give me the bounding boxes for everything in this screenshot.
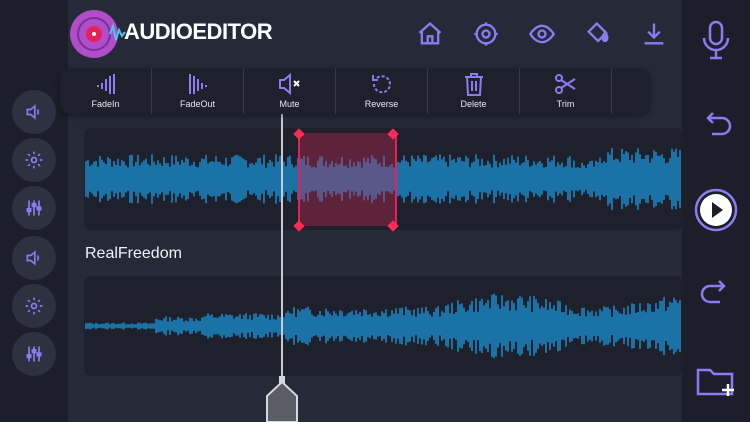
download-icon[interactable]	[640, 20, 668, 48]
gear-icon	[25, 297, 43, 315]
mixer-sliders-icon	[26, 200, 42, 216]
redo-icon[interactable]	[694, 272, 738, 316]
home-icon[interactable]	[416, 20, 444, 48]
reverse-label: Reverse	[364, 99, 399, 109]
fadein-label: FadeIn	[91, 99, 120, 109]
speaker-icon	[26, 104, 40, 120]
delete-label: Delete	[460, 99, 487, 109]
gear-icon[interactable]	[472, 20, 500, 48]
track2-mixer-button[interactable]	[12, 332, 56, 376]
logo-text: AUDIOEDITOR	[124, 19, 273, 44]
track1-mixer-button[interactable]	[12, 186, 56, 230]
trim-label: Trim	[556, 99, 575, 109]
scissors-icon	[554, 74, 576, 94]
reverse-button[interactable]: Reverse	[336, 68, 428, 114]
play-icon[interactable]	[694, 188, 738, 232]
waveform-2	[85, 293, 681, 359]
mute-icon	[278, 72, 300, 96]
eye-icon[interactable]	[528, 20, 556, 48]
track2-settings-button[interactable]	[12, 284, 56, 328]
fadeout-button[interactable]: FadeOut	[152, 68, 244, 114]
add-folder-icon[interactable]	[694, 358, 738, 402]
mute-label: Mute	[279, 99, 300, 109]
trash-icon	[464, 73, 483, 96]
microphone-icon[interactable]	[694, 18, 738, 62]
fade-in-icon	[96, 74, 115, 94]
track-2-waveform[interactable]	[84, 276, 682, 376]
selection-region[interactable]	[298, 133, 397, 226]
delete-button[interactable]: Delete	[428, 68, 520, 114]
track-2-name: RealFreedom	[85, 245, 182, 262]
reverse-icon	[371, 75, 391, 94]
undo-icon[interactable]	[694, 104, 738, 148]
gear-icon	[25, 151, 43, 169]
mixer-sliders-icon	[26, 346, 42, 362]
track1-volume-button[interactable]	[12, 90, 56, 134]
paint-bucket-icon[interactable]	[584, 20, 612, 48]
track2-volume-button[interactable]	[12, 236, 56, 280]
track1-settings-button[interactable]	[12, 138, 56, 182]
fadeout-label: FadeOut	[179, 99, 216, 109]
fadein-button[interactable]: FadeIn	[60, 68, 152, 114]
fade-out-icon	[188, 74, 207, 94]
speaker-icon	[26, 250, 40, 266]
trim-button[interactable]: Trim	[520, 68, 612, 114]
edit-toolbar: FadeIn FadeOut Mute Reverse Delete Trim	[60, 68, 694, 114]
playhead-handle[interactable]	[265, 376, 299, 422]
playhead-line[interactable]	[281, 114, 283, 384]
left-track-controls	[0, 0, 68, 422]
mute-button[interactable]: Mute	[244, 68, 336, 114]
